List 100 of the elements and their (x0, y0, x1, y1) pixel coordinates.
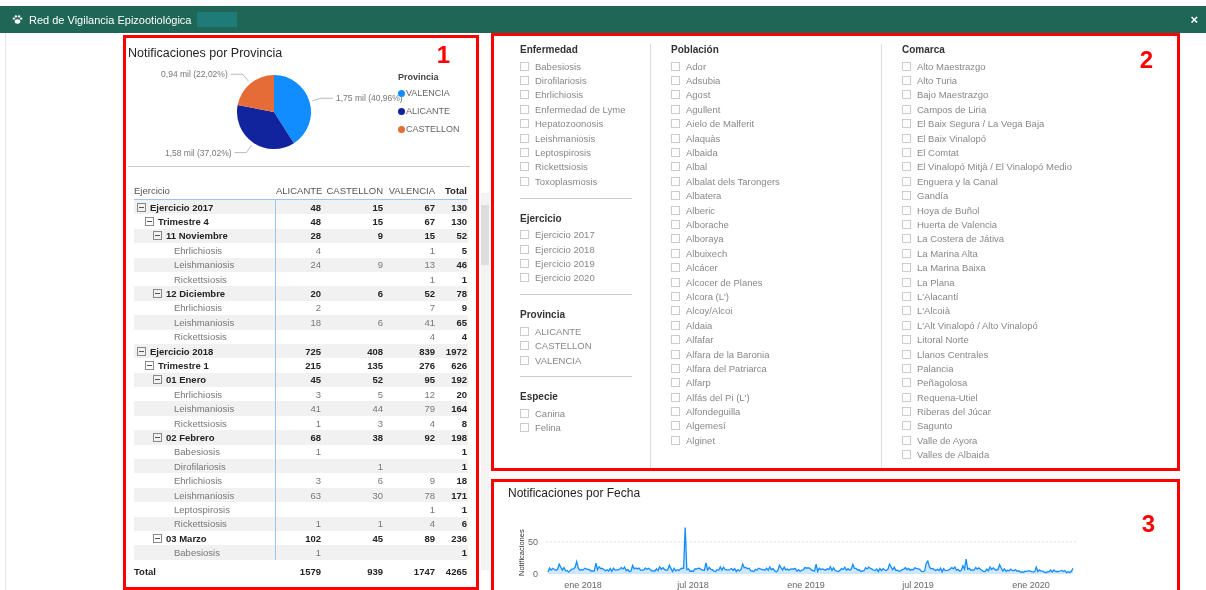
filter-option[interactable]: Alcocer de Planes (671, 274, 881, 290)
checkbox[interactable] (902, 61, 911, 71)
filter-option[interactable]: Ejercicio 2019 (520, 256, 632, 271)
filter-option[interactable]: Adsubia (671, 73, 881, 88)
filter-option[interactable]: El Baix Vinalopó (902, 130, 1072, 146)
checkbox[interactable] (671, 378, 680, 388)
column-header[interactable]: VALENCIA (386, 184, 438, 196)
filter-option[interactable]: Alboraya (671, 231, 881, 247)
filter-option[interactable]: Rickettsiosis (520, 159, 632, 175)
checkbox[interactable] (902, 133, 911, 143)
checkbox[interactable] (671, 248, 680, 258)
filter-option[interactable]: Litoral Norte (902, 332, 1072, 347)
checkbox[interactable] (520, 423, 529, 433)
filter-option[interactable]: Ejercicio 2018 (520, 241, 632, 257)
checkbox[interactable] (671, 104, 680, 114)
filter-option[interactable]: Alfafar (671, 332, 881, 347)
filter-option[interactable]: La Marina Alta (902, 246, 1072, 261)
checkbox[interactable] (520, 90, 529, 100)
checkbox[interactable] (520, 355, 529, 365)
close-button[interactable]: × (1188, 12, 1200, 27)
checkbox[interactable] (902, 90, 911, 100)
checkbox[interactable] (902, 248, 911, 258)
checkbox[interactable] (671, 435, 680, 445)
filter-option[interactable]: La Plana (902, 274, 1072, 290)
checkbox[interactable] (671, 277, 680, 287)
filter-option[interactable]: Campos de Liria (902, 102, 1072, 117)
scrollbar[interactable] (481, 193, 489, 570)
checkbox[interactable] (671, 291, 680, 301)
filter-option[interactable]: Albalat dels Tarongers (671, 174, 881, 189)
checkbox[interactable] (520, 341, 529, 351)
checkbox[interactable] (902, 176, 911, 186)
checkbox[interactable] (902, 335, 911, 345)
filter-option[interactable]: Hoya de Buñol (902, 202, 1072, 218)
filter-option[interactable]: Gandía (902, 188, 1072, 203)
checkbox[interactable] (520, 148, 529, 158)
filter-option[interactable]: Leishmaniosis (520, 130, 632, 146)
filter-option[interactable]: Llanos Centrales (902, 346, 1072, 362)
filter-option[interactable]: Leptospirosis (520, 145, 632, 160)
checkbox[interactable] (902, 421, 911, 431)
collapse-toggle-icon[interactable] (153, 289, 162, 299)
filter-option[interactable]: Alaquàs (671, 130, 881, 146)
checkbox[interactable] (671, 349, 680, 359)
checkbox[interactable] (520, 119, 529, 129)
filter-option[interactable]: Alcoy/Alcoi (671, 303, 881, 319)
filter-option[interactable]: Sagunto (902, 418, 1072, 434)
checkbox[interactable] (520, 76, 529, 86)
column-header[interactable]: Ejercicio (134, 184, 276, 196)
checkbox[interactable] (671, 148, 680, 158)
filter-option[interactable]: Alfondeguilla (671, 404, 881, 419)
filter-option[interactable]: El Baix Segura / La Vega Baja (902, 116, 1072, 131)
checkbox[interactable] (671, 90, 680, 100)
filter-option[interactable]: L'Alacantí (902, 289, 1072, 304)
checkbox[interactable] (520, 326, 529, 336)
checkbox[interactable] (520, 104, 529, 114)
filter-option[interactable]: Hepatozoonosis (520, 116, 632, 131)
column-header[interactable]: ALICANTE (276, 184, 324, 196)
filter-option[interactable]: CASTELLON (520, 338, 632, 353)
filter-option[interactable]: Albal (671, 159, 881, 175)
collapse-toggle-icon[interactable] (137, 346, 146, 356)
filter-option[interactable]: Enguera y la Canal (902, 174, 1072, 189)
checkbox[interactable] (671, 306, 680, 316)
checkbox[interactable] (671, 191, 680, 201)
checkbox[interactable] (902, 392, 911, 402)
checkbox[interactable] (902, 435, 911, 445)
checkbox[interactable] (520, 176, 529, 186)
checkbox[interactable] (671, 176, 680, 186)
filter-option[interactable]: Enfermedad de Lyme (520, 102, 632, 117)
checkbox[interactable] (902, 119, 911, 129)
checkbox[interactable] (902, 349, 911, 359)
checkbox[interactable] (671, 234, 680, 244)
collapse-toggle-icon[interactable] (153, 375, 162, 385)
filter-option[interactable]: Ejercicio 2017 (520, 227, 632, 242)
checkbox[interactable] (671, 407, 680, 417)
filter-option[interactable]: L'Alcoià (902, 303, 1072, 319)
filter-option[interactable]: Toxoplasmosis (520, 174, 632, 189)
checkbox[interactable] (520, 162, 529, 172)
checkbox[interactable] (902, 104, 911, 114)
filter-option[interactable]: Aielo de Malferit (671, 116, 881, 131)
checkbox[interactable] (902, 205, 911, 215)
checkbox[interactable] (520, 408, 529, 418)
filter-option[interactable]: Ador (671, 59, 881, 74)
filter-option[interactable]: ALICANTE (520, 324, 632, 339)
checkbox[interactable] (902, 363, 911, 373)
checkbox[interactable] (671, 220, 680, 229)
collapse-toggle-icon[interactable] (153, 432, 162, 442)
filter-option[interactable]: Felina (520, 420, 632, 436)
checkbox[interactable] (902, 450, 911, 460)
checkbox[interactable] (520, 230, 529, 240)
collapse-toggle-icon[interactable] (145, 361, 154, 370)
filter-option[interactable]: Alcora (L') (671, 289, 881, 304)
filter-option[interactable]: Alborache (671, 217, 881, 232)
checkbox[interactable] (671, 162, 680, 172)
filter-option[interactable]: El Comtat (902, 145, 1072, 160)
checkbox[interactable] (902, 76, 911, 86)
checkbox[interactable] (902, 306, 911, 316)
filter-option[interactable]: Valle de Ayora (902, 433, 1072, 448)
filter-option[interactable]: Aldaia (671, 318, 881, 333)
checkbox[interactable] (902, 291, 911, 301)
filter-option[interactable]: Alcácer (671, 260, 881, 275)
filter-option[interactable]: Albaida (671, 145, 881, 160)
